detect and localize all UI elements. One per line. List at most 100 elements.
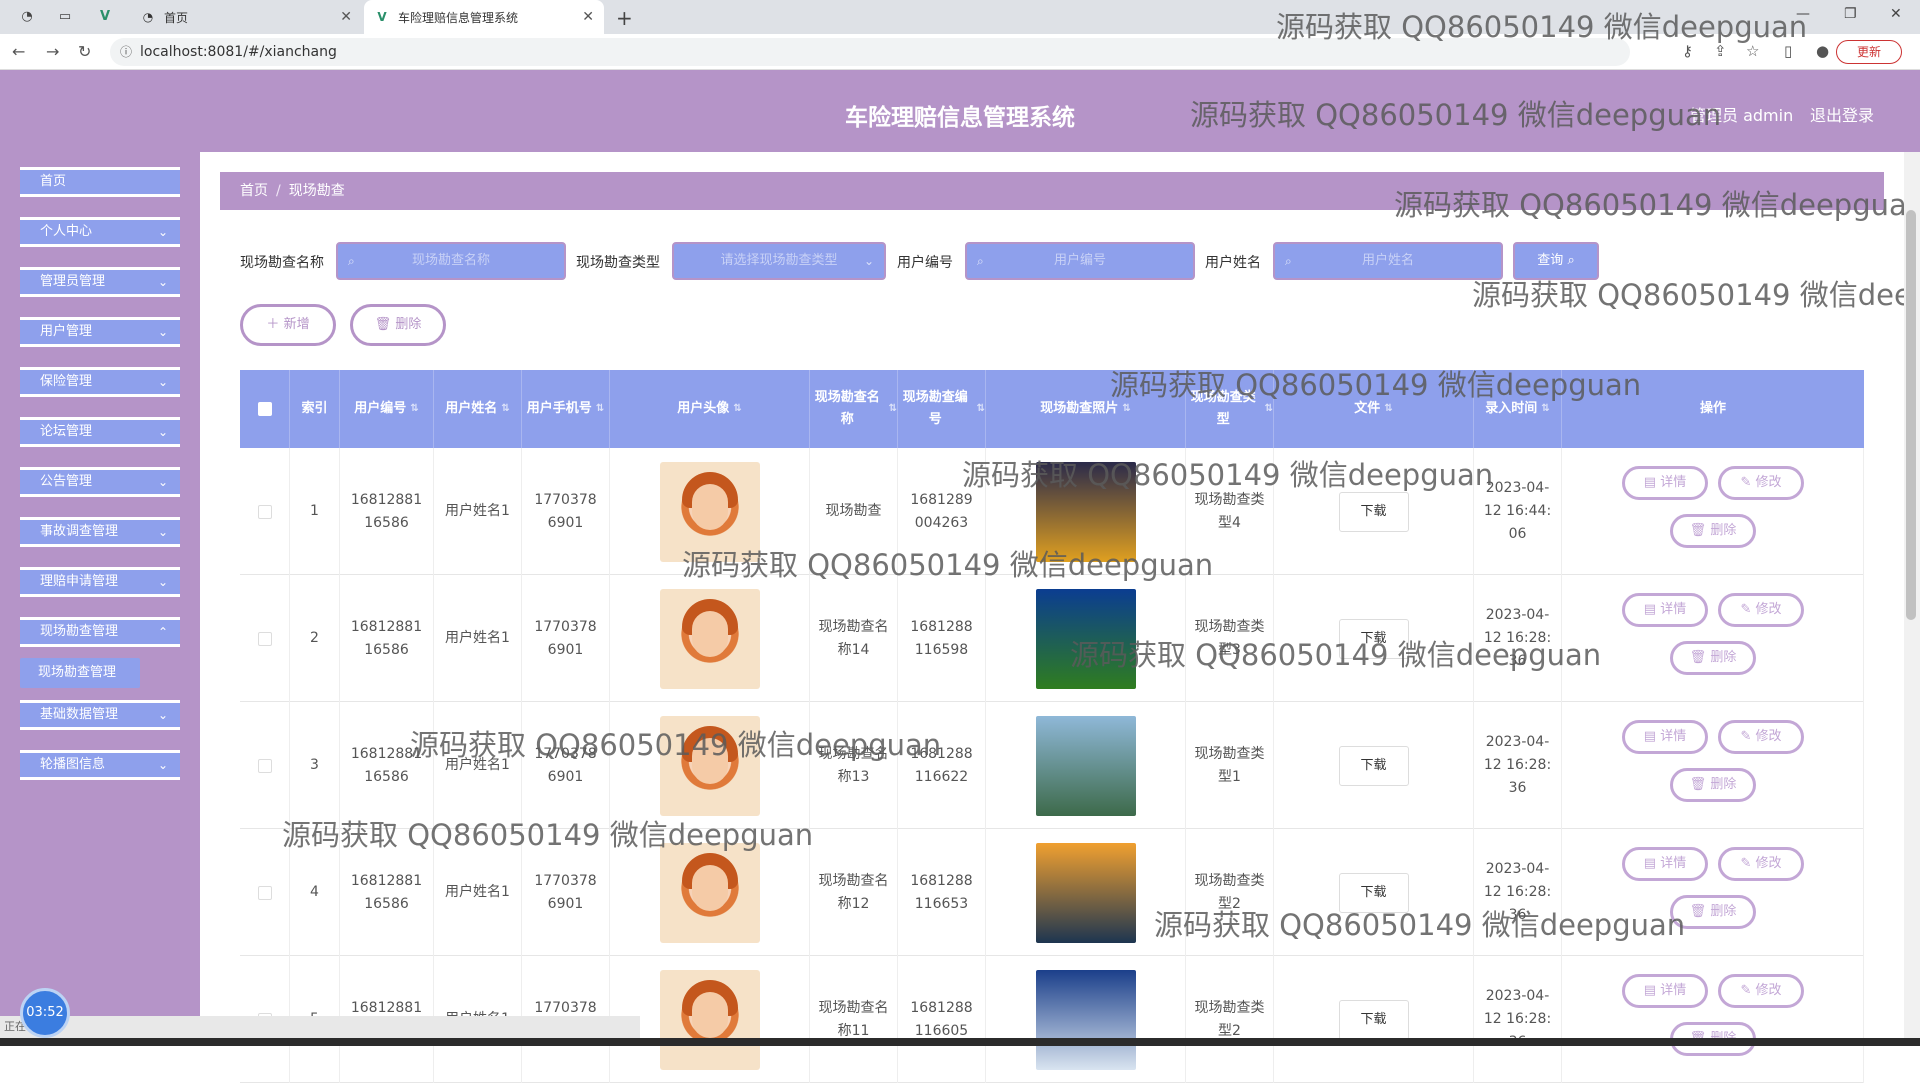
forward-icon[interactable]: → (46, 42, 59, 61)
col-user-name[interactable]: 用户姓名 ⇅ (434, 370, 522, 448)
type-filter-label: 现场勘查类型 (576, 255, 660, 271)
user-avatar (659, 588, 760, 689)
pencil-icon: ✎ (1740, 983, 1756, 998)
detail-button[interactable]: ▤ 详情 (1622, 466, 1708, 500)
sort-icon[interactable]: ⇅ (889, 398, 897, 420)
sidebar-item-survey[interactable]: 现场勘查管理 ⌃ (20, 617, 180, 647)
col-survey-no[interactable]: 现场勘查编号 ⇅ (898, 370, 986, 448)
back-icon[interactable]: ← (12, 42, 25, 61)
sidebar-item-accident[interactable]: 事故调查管理 ⌄ (20, 517, 180, 547)
sidebar-item-basedata[interactable]: 基础数据管理 ⌄ (20, 700, 180, 730)
download-button[interactable]: 下载 (1338, 491, 1409, 532)
detail-button[interactable]: ▤ 详情 (1622, 847, 1708, 881)
sidebar-item-profile[interactable]: 个人中心 ⌄ (20, 217, 180, 247)
breadcrumb-home[interactable]: 首页 (240, 183, 268, 199)
download-button[interactable]: 下载 (1338, 999, 1409, 1040)
cell-avatar (610, 575, 810, 702)
update-button[interactable]: 更新 (1836, 40, 1902, 64)
row-select-cell[interactable] (240, 448, 290, 575)
sort-icon[interactable]: ⇅ (733, 398, 741, 420)
col-avatar[interactable]: 用户头像 ⇅ (610, 370, 810, 448)
document-icon: ▤ (1643, 729, 1661, 744)
col-user-no[interactable]: 用户编号 ⇅ (340, 370, 434, 448)
close-icon[interactable]: ✕ (340, 9, 352, 25)
profile-icon[interactable]: ● (1816, 42, 1829, 60)
document-icon: ▤ (1643, 475, 1661, 490)
sidebar-item-forum[interactable]: 论坛管理 ⌄ (20, 417, 180, 447)
row-select-cell[interactable] (240, 575, 290, 702)
trash-icon: 🗑 (1689, 777, 1711, 792)
sidebar-item-carousel[interactable]: 轮播图信息 ⌄ (20, 750, 180, 780)
add-button[interactable]: ＋ 新增 (240, 304, 336, 346)
vue-tab-icon[interactable]: V (96, 8, 114, 26)
chevron-down-icon: ⌄ (157, 525, 168, 539)
edit-button[interactable]: ✎ 修改 (1718, 974, 1804, 1008)
tab-active[interactable]: V 车险理赔信息管理系统 ✕ (364, 0, 604, 34)
trash-icon: 🗑 (1689, 523, 1711, 538)
sort-icon[interactable]: ⇅ (596, 398, 604, 420)
row-delete-button[interactable]: 🗑 删除 (1670, 768, 1756, 802)
edit-button[interactable]: ✎ 修改 (1718, 593, 1804, 627)
userno-filter-input[interactable]: ⌕ 用户编号 (965, 242, 1195, 280)
cell-index: 3 (290, 702, 340, 829)
detail-button[interactable]: ▤ 详情 (1622, 720, 1708, 754)
scrollbar-thumb[interactable] (1906, 210, 1916, 620)
edit-button[interactable]: ✎ 修改 (1718, 720, 1804, 754)
recording-timer[interactable]: 03:52 (20, 988, 70, 1038)
sort-icon[interactable]: ⇅ (977, 398, 985, 420)
col-survey-name[interactable]: 现场勘查名称 ⇅ (810, 370, 898, 448)
sidebar-subitem-survey[interactable]: 现场勘查管理 (20, 658, 140, 688)
col-phone[interactable]: 用户手机号 ⇅ (522, 370, 610, 448)
sidebar-item-home[interactable]: 首页 (20, 167, 180, 197)
new-tab-icon[interactable]: + (616, 6, 633, 30)
cell-time: 2023-04-12 16:28:36 (1474, 702, 1562, 829)
select-all-checkbox[interactable] (257, 402, 272, 416)
row-checkbox[interactable] (257, 758, 272, 773)
row-select-cell[interactable] (240, 702, 290, 829)
row-checkbox[interactable] (257, 885, 272, 900)
chevron-down-icon: ⌄ (157, 575, 168, 589)
window-close-icon[interactable]: ✕ (1890, 6, 1902, 22)
cell-index: 2 (290, 575, 340, 702)
batch-delete-button[interactable]: 🗑 删除 (350, 304, 446, 346)
maximize-icon[interactable]: ❐ (1844, 6, 1857, 22)
download-button[interactable]: 下载 (1338, 745, 1409, 786)
sidebar-item-claims[interactable]: 理赔申请管理 ⌄ (20, 567, 180, 597)
row-checkbox[interactable] (257, 504, 272, 519)
edit-button[interactable]: ✎ 修改 (1718, 466, 1804, 500)
row-delete-button[interactable]: 🗑 删除 (1670, 641, 1756, 675)
cell-survey-photo (986, 956, 1186, 1083)
edit-button[interactable]: ✎ 修改 (1718, 847, 1804, 881)
sort-icon[interactable]: ⇅ (501, 398, 509, 420)
trash-icon: 🗑 (374, 317, 392, 332)
type-filter-select[interactable]: 请选择现场勘查类型 ⌄ (672, 242, 886, 280)
select-all-cell[interactable] (240, 370, 290, 448)
watermark: 源码获取 QQ86050149 微信deepguan (1472, 278, 1920, 312)
reload-icon[interactable]: ↻ (78, 42, 91, 61)
sidebar-item-admins[interactable]: 管理员管理 ⌄ (20, 267, 180, 297)
sidebar-item-insurance[interactable]: 保险管理 ⌄ (20, 367, 180, 397)
row-delete-button[interactable]: 🗑 删除 (1670, 514, 1756, 548)
search-icon: ⌕ (1285, 254, 1292, 268)
tab-home[interactable]: ◔ 首页 ✕ (130, 0, 362, 34)
cell-index: 1 (290, 448, 340, 575)
cell-phone: 17703786901 (522, 448, 610, 575)
table-row: 2 1681288116586 用户姓名1 17703786901 现场勘查名称14 16… (240, 575, 1864, 702)
cell-survey-name: 现场勘查名称12 (810, 829, 898, 956)
sort-icon[interactable]: ⇅ (410, 398, 418, 420)
detail-button[interactable]: ▤ 详情 (1622, 974, 1708, 1008)
trash-icon: 🗑 (1689, 904, 1711, 919)
username-filter-input[interactable]: ⌕ 用户姓名 (1273, 242, 1503, 280)
pinned-tab-icon[interactable]: ▭ (56, 8, 74, 26)
sidebar-item-notice[interactable]: 公告管理 ⌄ (20, 467, 180, 497)
cell-time: 2023-04-12 16:28:36 (1474, 956, 1562, 1083)
logout-link[interactable]: 退出登录 (1810, 102, 1874, 126)
sidebar-item-users[interactable]: 用户管理 ⌄ (20, 317, 180, 347)
row-checkbox[interactable] (257, 631, 272, 646)
cell-survey-photo (986, 702, 1186, 829)
taskbar-strip (0, 1038, 1920, 1046)
detail-button[interactable]: ▤ 详情 (1622, 593, 1708, 627)
name-filter-input[interactable]: ⌕ 现场勘查名称 (336, 242, 566, 280)
pinned-tab-icon[interactable]: ◔ (18, 8, 36, 26)
close-icon[interactable]: ✕ (582, 9, 594, 25)
